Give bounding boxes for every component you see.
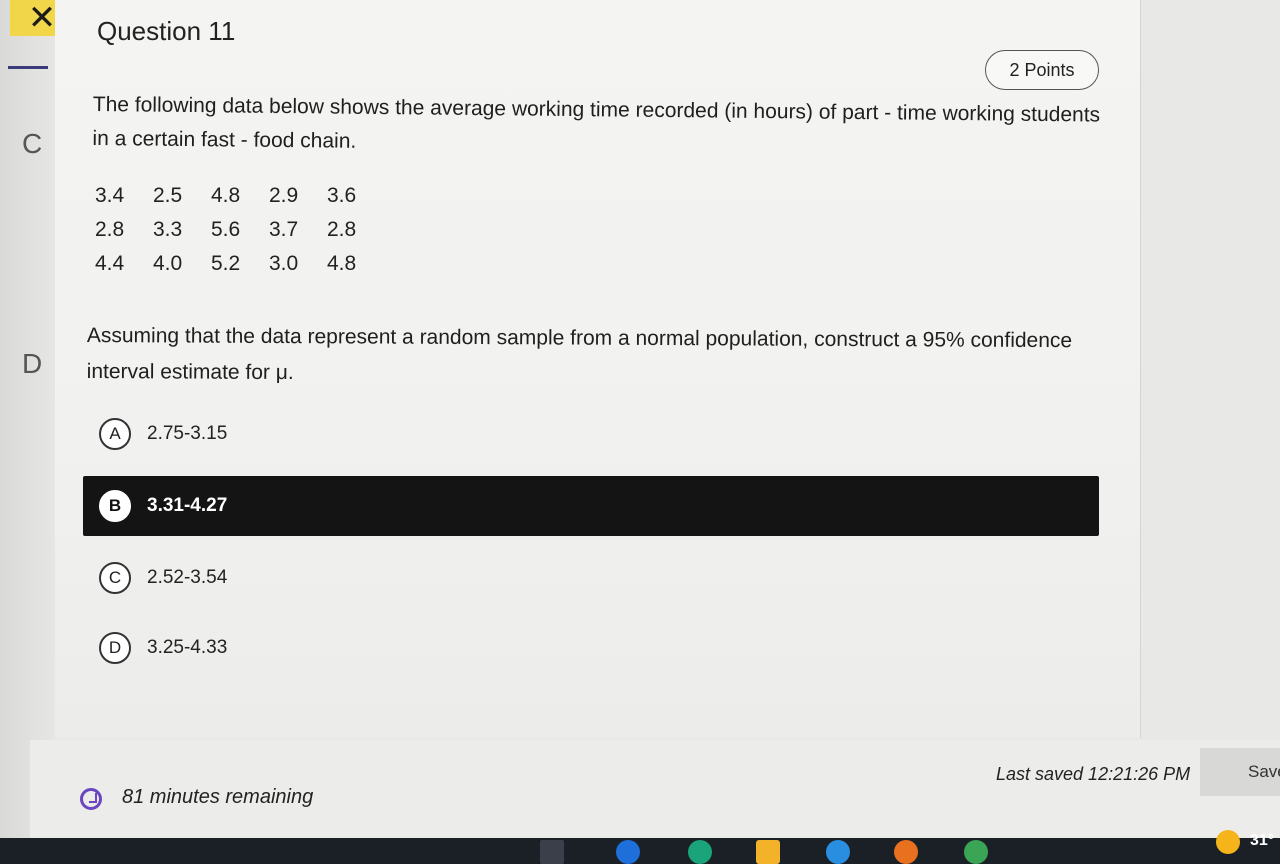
option-text-c: 2.52-3.54 [147,567,228,588]
option-letter-c: C [99,562,131,594]
timer-icon [80,788,102,810]
taskview-icon[interactable] [540,840,564,864]
option-text-b: 3.31-4.27 [147,495,228,516]
data-value: 3.3 [153,218,183,241]
data-value: 4.0 [153,252,183,275]
option-letter-d: D [99,632,131,664]
data-value: 3.7 [269,218,299,241]
data-value: 2.9 [269,184,299,207]
option-letter-a: A [99,418,131,450]
time-remaining: 81 minutes remaining [122,786,314,808]
data-value: 4.4 [95,252,125,275]
question-panel: Question 11 2 Points The following data … [55,0,1141,738]
option-text-a: 2.75-3.15 [147,423,228,444]
folder-icon[interactable] [756,840,780,864]
weather-icon[interactable] [1216,830,1240,854]
last-saved-status: Last saved 12:21:26 PM [996,764,1191,784]
sidebar-letter-c: C [22,128,43,159]
data-value: 2.8 [327,218,357,241]
data-value: 3.4 [95,184,125,207]
edge-icon[interactable] [688,840,712,864]
data-table: 3.4 2.5 4.8 2.9 3.6 2.8 3.3 5.6 3.7 2.8 … [95,184,385,278]
left-sidebar [0,0,55,840]
question-title: Question 11 [97,16,236,46]
data-value: 5.6 [211,218,241,241]
sidebar-letter-d: D [22,348,43,379]
chrome-icon[interactable] [964,840,988,864]
data-value: 5.2 [211,252,241,275]
option-b[interactable]: B 3.31-4.27 [83,476,1099,536]
data-value: 3.0 [269,252,299,275]
option-a[interactable]: A 2.75-3.15 [83,404,1099,464]
question-instruction: Assuming that the data represent a rando… [86,323,1073,385]
mail-icon[interactable] [616,840,640,864]
data-value: 4.8 [327,252,357,275]
data-value: 4.8 [211,184,241,207]
firefox-icon[interactable] [894,840,918,864]
taskbar [0,838,1280,864]
option-text-d: 3.25-4.33 [147,637,228,658]
temperature-readout: 31° [1250,832,1275,849]
question-prompt: The following data below shows the avera… [92,92,1101,153]
sidebar-accent-line [8,66,48,69]
telegram-icon[interactable] [826,840,850,864]
points-badge: 2 Points [985,50,1099,90]
option-c[interactable]: C 2.52-3.54 [83,548,1099,608]
option-d[interactable]: D 3.25-4.33 [83,618,1099,678]
save-button[interactable]: Save [1200,748,1280,796]
data-value: 2.5 [153,184,183,207]
option-letter-b: B [99,490,131,522]
data-value: 2.8 [95,218,125,241]
data-value: 3.6 [327,184,357,207]
